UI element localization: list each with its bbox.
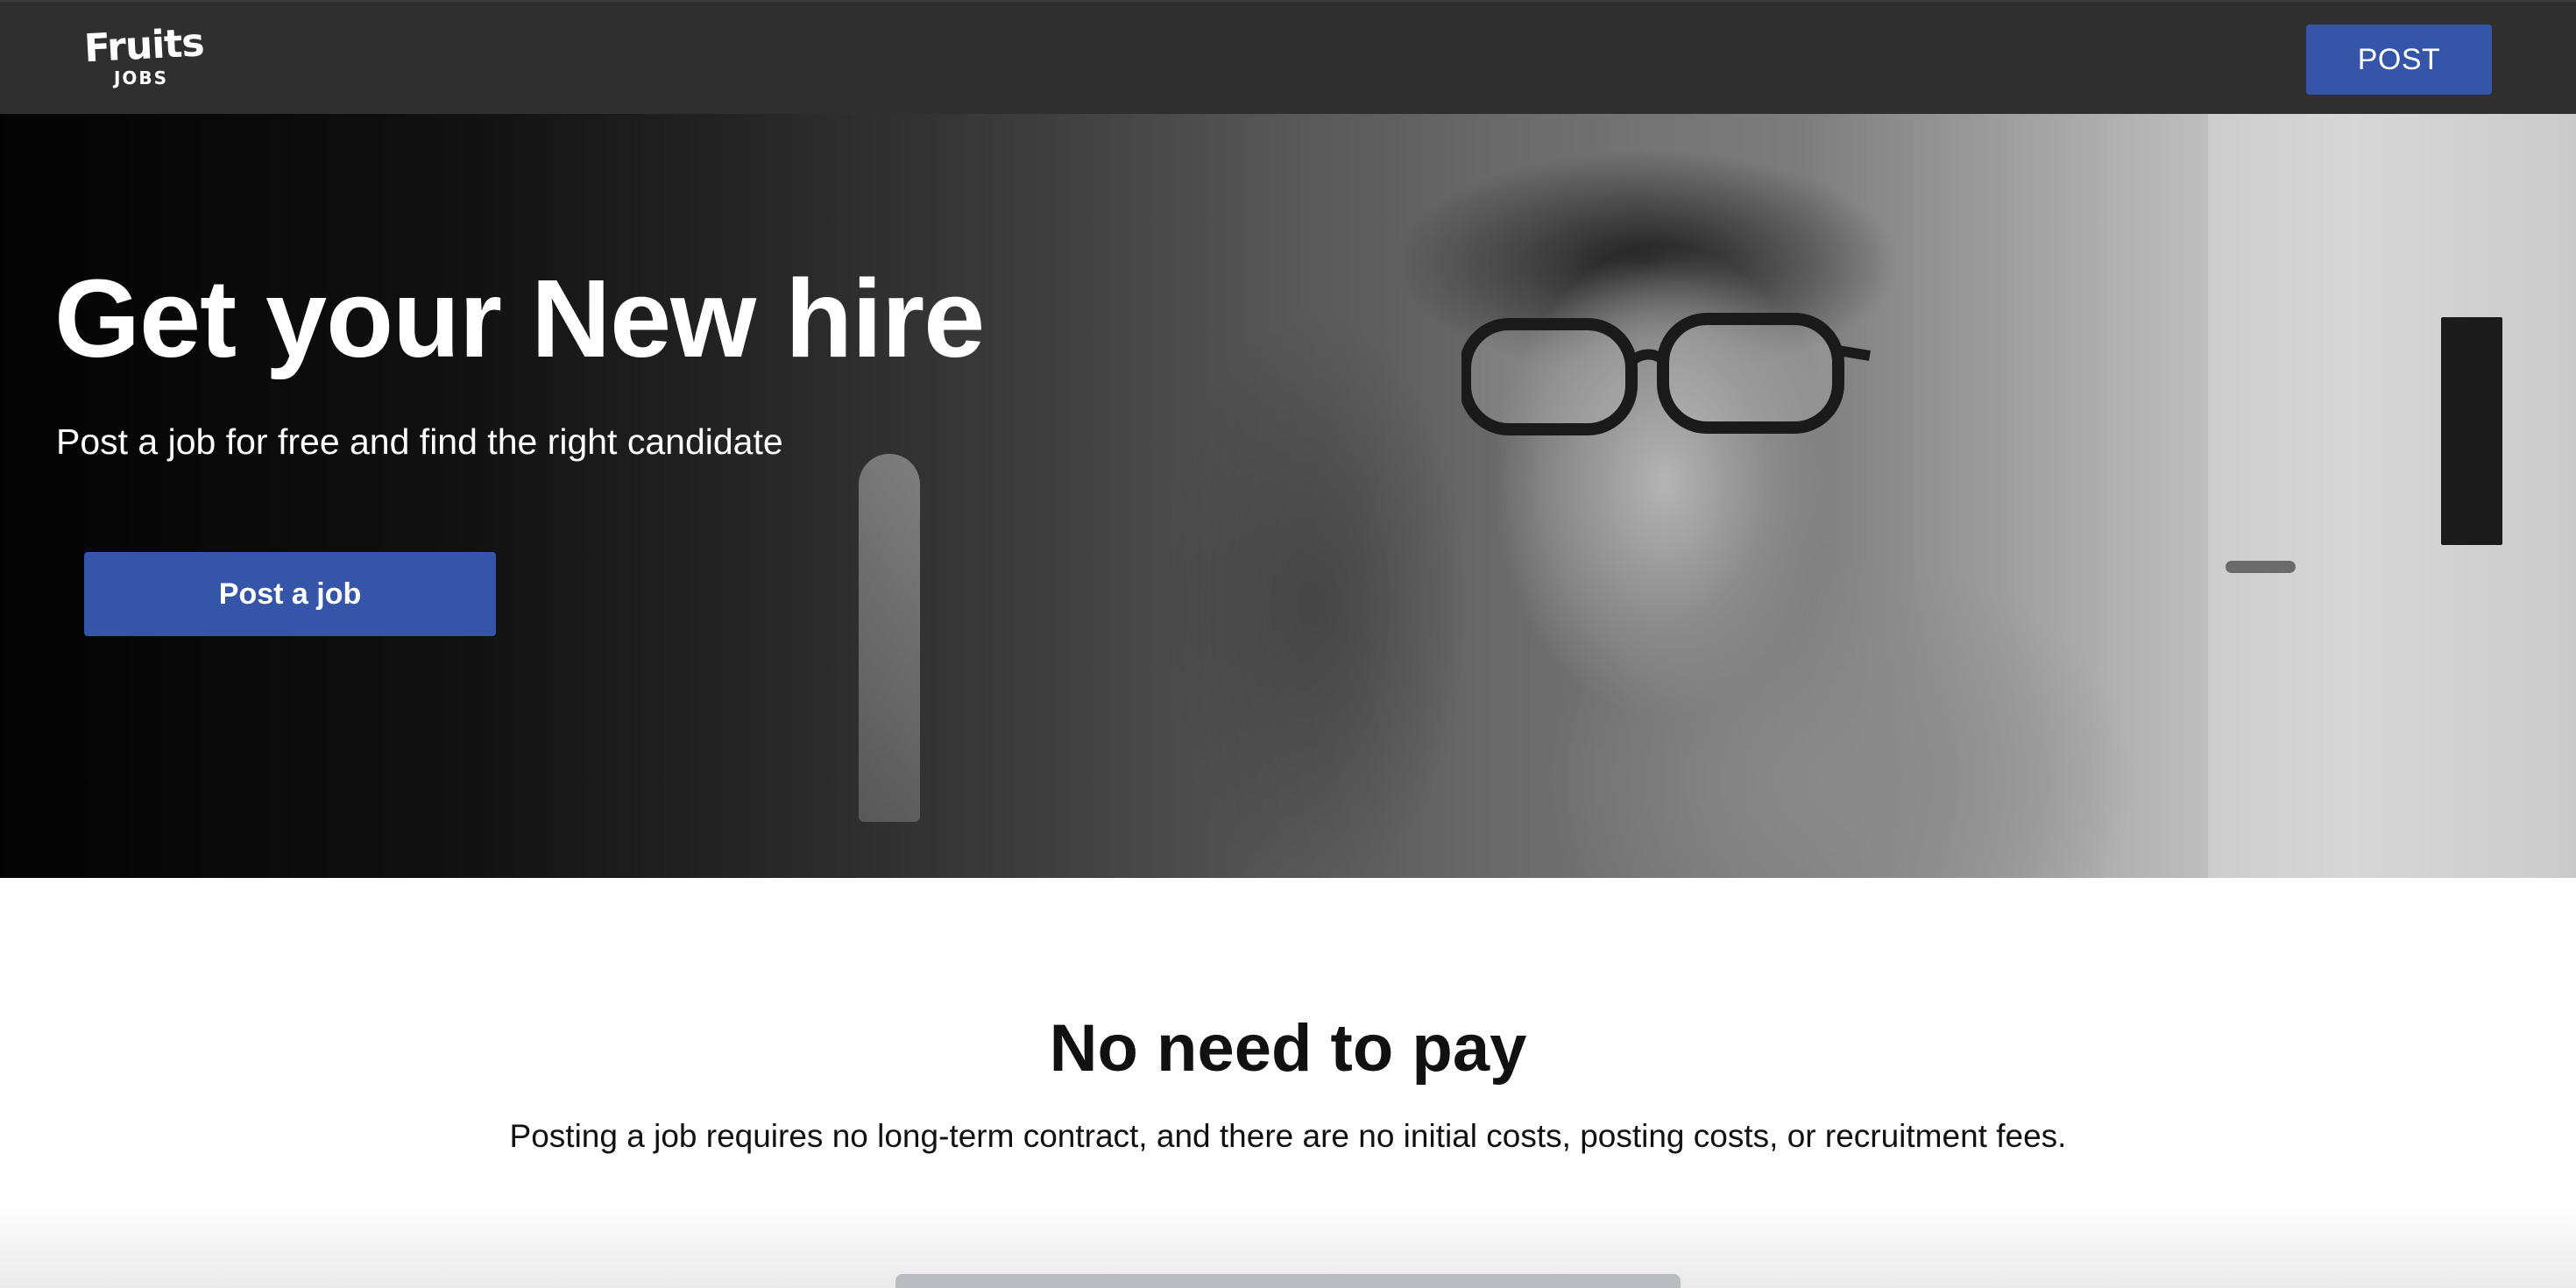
hero-subtitle: Post a job for free and find the right c…: [56, 421, 783, 462]
post-button[interactable]: POST: [2306, 25, 2492, 95]
section-title: No need to pay: [1049, 1011, 1527, 1086]
logo-subtitle: JOBS: [113, 67, 169, 88]
hero-banner: Get your New hire Post a job for free an…: [0, 114, 2576, 878]
fruits-jobs-logo[interactable]: Fruits JOBS: [82, 20, 205, 89]
hero-dark-overlay: [0, 114, 2576, 878]
section-description: Posting a job requires no long-term cont…: [509, 1118, 2067, 1154]
pricing-info-section: No need to pay Posting a job requires no…: [0, 878, 2576, 1288]
hero-title: Get your New hire: [54, 257, 985, 380]
logo-wordmark: Fruits: [82, 20, 205, 72]
post-a-job-button[interactable]: Post a job: [84, 552, 496, 636]
next-card-edge: [895, 1274, 1681, 1288]
top-navigation-bar: Fruits JOBS POST: [0, 0, 2576, 114]
